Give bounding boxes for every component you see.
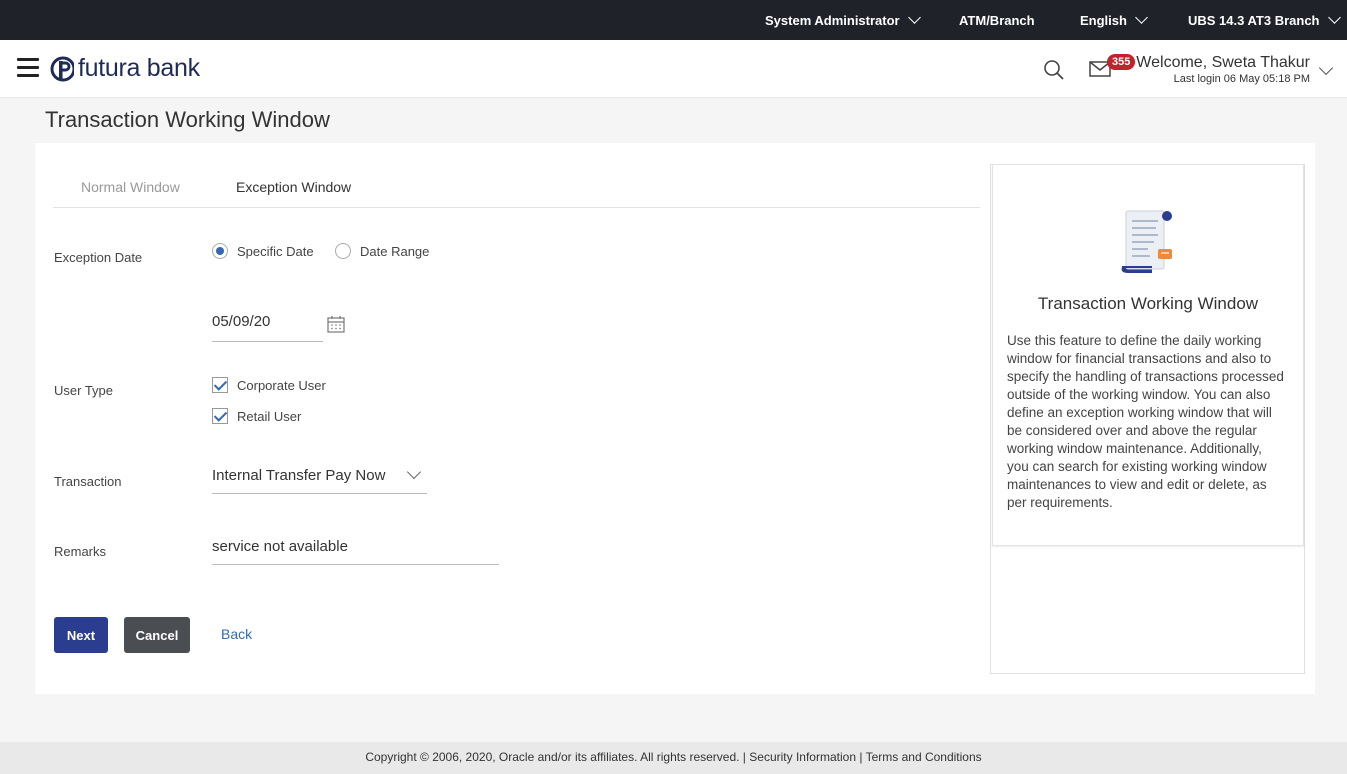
retail-user-checkbox[interactable]: Retail User [212, 408, 301, 424]
radio-unselected-icon [335, 243, 351, 259]
back-link[interactable]: Back [221, 626, 252, 642]
transaction-label: Transaction [54, 474, 122, 489]
specific-date-label: Specific Date [237, 243, 314, 259]
branch-label: UBS 14.3 AT3 Branch [1188, 12, 1320, 28]
language-label: English [1080, 12, 1127, 28]
mail-count-badge: 355 [1107, 54, 1136, 70]
role-label: System Administrator [765, 12, 900, 28]
logo-text: futura bank [78, 54, 200, 82]
security-information-link[interactable]: Security Information [749, 750, 856, 764]
last-login-text: Last login 06 May 05:18 PM [1173, 73, 1310, 85]
language-dropdown[interactable]: English [1080, 0, 1148, 40]
transaction-select[interactable]: Internal Transfer Pay Now [212, 462, 427, 494]
help-title: Transaction Working Window [1037, 294, 1259, 313]
checkbox-checked-icon [212, 408, 228, 424]
calendar-icon[interactable] [327, 315, 345, 333]
futura-logo-icon [50, 56, 74, 81]
tab-exception-window[interactable]: Exception Window [236, 179, 351, 195]
chevron-down-icon[interactable] [1318, 60, 1334, 76]
radio-selected-icon [212, 243, 228, 259]
role-dropdown[interactable]: System Administrator [765, 0, 921, 40]
transaction-value: Internal Transfer Pay Now [212, 467, 386, 484]
top-bar: System Administrator ATM/Branch English … [0, 0, 1347, 40]
date-input[interactable]: 05/09/20 [212, 310, 323, 342]
chevron-down-icon [1327, 10, 1341, 24]
checkbox-checked-icon [212, 377, 228, 393]
bank-logo[interactable]: futura bank [50, 54, 200, 83]
user-type-label: User Type [54, 383, 114, 398]
date-range-label: Date Range [360, 243, 430, 259]
search-icon[interactable] [1043, 59, 1065, 81]
remarks-label: Remarks [54, 544, 107, 559]
terms-link[interactable]: Terms and Conditions [866, 750, 982, 764]
corporate-user-checkbox[interactable]: Corporate User [212, 377, 326, 393]
chevron-down-icon [1135, 10, 1148, 24]
specific-date-radio[interactable]: Specific Date [212, 243, 314, 259]
branch-dropdown[interactable]: UBS 14.3 AT3 Branch [1188, 0, 1341, 40]
exception-date-label: Exception Date [54, 250, 143, 265]
retail-user-label: Retail User [237, 408, 302, 424]
welcome-text: Welcome, Sweta Thakur [1136, 54, 1310, 71]
copyright-text: Copyright © 2006, 2020, Oracle and/or it… [365, 750, 746, 764]
footer: Copyright © 2006, 2020, Oracle and/or it… [0, 742, 1347, 774]
footer-separator: | [859, 750, 863, 764]
corporate-user-label: Corporate User [237, 377, 326, 393]
atm-branch-label: ATM/Branch [959, 12, 1035, 28]
hamburger-menu-icon[interactable] [17, 58, 39, 78]
tab-bar: Normal Window Exception Window [53, 171, 980, 208]
tab-normal-window[interactable]: Normal Window [81, 179, 180, 195]
next-button[interactable]: Next [54, 617, 108, 653]
document-help-icon [1121, 210, 1172, 273]
atm-branch-link[interactable]: ATM/Branch [959, 0, 1035, 40]
chevron-down-icon [406, 464, 422, 480]
help-description: Use this feature to define the daily wor… [1007, 333, 1284, 510]
cancel-button[interactable]: Cancel [124, 617, 190, 653]
remarks-input[interactable]: service not available [212, 533, 499, 565]
app-header: futura bank 355 Welcome, Sweta Thakur La… [0, 40, 1347, 98]
page-title: Transaction Working Window [45, 107, 330, 132]
chevron-down-icon [907, 10, 921, 24]
user-menu[interactable]: Welcome, Sweta Thakur Last login 06 May … [1136, 54, 1310, 85]
date-range-radio[interactable]: Date Range [335, 243, 429, 259]
